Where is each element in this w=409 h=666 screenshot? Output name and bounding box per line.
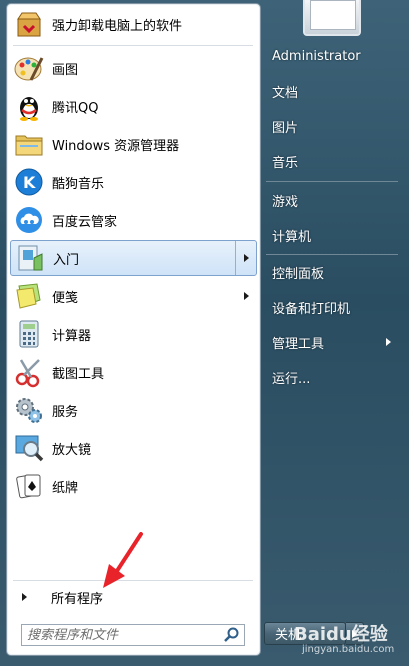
kugou-music-icon: K [15,168,43,196]
right-item-pictures[interactable]: 图片 [265,109,403,143]
right-item-user[interactable]: Administrator [265,39,403,73]
program-item-services[interactable]: 服务 [10,392,257,428]
program-label: 服务 [52,404,79,420]
chevron-right-icon [244,292,249,300]
program-item-snipping-tool[interactable]: 截图工具 [10,354,257,390]
program-label: 计算器 [52,328,92,344]
getting-started-icon [18,245,43,271]
right-item-music[interactable]: 音乐 [265,144,403,178]
search-icon[interactable] [223,626,241,644]
program-item-magnifier[interactable]: 放大镜 [10,430,257,466]
right-item-games[interactable]: 游戏 [265,183,403,217]
start-menu-frame: 强力卸载电脑上的软件 画图 腾讯QQ Windows 资源管理器 K 酷狗音乐 … [0,0,409,666]
program-item-uninstaller[interactable]: 强力卸载电脑上的软件 [10,6,257,42]
uninstall-box-icon [17,12,41,37]
program-label: 便笺 [52,290,79,306]
program-label: 入门 [53,252,80,268]
right-item-devices-printers[interactable]: 设备和打印机 [265,290,403,324]
program-label: Windows 资源管理器 [52,138,180,154]
program-label: 百度云管家 [52,214,118,230]
paint-palette-icon [14,57,44,81]
services-gears-icon [16,398,42,423]
qq-penguin-icon [20,97,38,121]
program-item-qq[interactable]: 腾讯QQ [10,88,257,124]
submenu-split-button[interactable] [235,241,256,275]
program-item-paint[interactable]: 画图 [10,50,257,86]
folder-explorer-icon [15,135,43,156]
program-label: 强力卸载电脑上的软件 [52,18,183,34]
user-picture[interactable] [303,0,361,36]
program-item-sticky-notes[interactable]: 便笺 [10,278,257,314]
right-item-computer[interactable]: 计算机 [265,218,403,252]
right-item-admin-tools[interactable]: 管理工具 [265,325,403,359]
program-label: 画图 [52,62,79,78]
right-item-documents[interactable]: 文档 [265,74,403,108]
search-box[interactable] [21,624,245,646]
pinned-separator [13,45,253,46]
red-annotation-arrow-icon [103,532,143,588]
program-item-kugou[interactable]: K 酷狗音乐 [10,164,257,200]
program-item-explorer[interactable]: Windows 资源管理器 [10,126,257,162]
program-label: 腾讯QQ [52,100,99,116]
chevron-right-icon [22,593,27,601]
program-item-calculator[interactable]: 计算器 [10,316,257,352]
chevron-right-icon [386,338,391,346]
search-input[interactable] [22,626,223,644]
calculator-icon [19,320,39,348]
sticky-notes-icon [16,283,41,309]
program-label: 酷狗音乐 [52,176,105,192]
magnifier-icon [15,435,44,462]
baidu-cloud-icon [16,207,42,233]
program-item-baidu-cloud[interactable]: 百度云管家 [10,202,257,238]
program-label: 纸牌 [52,480,79,496]
right-item-control-panel[interactable]: 控制面板 [265,255,403,289]
svg-text:K: K [23,173,36,192]
chevron-right-icon [243,254,249,262]
right-separator [266,181,398,182]
snipping-tool-icon [15,359,40,388]
program-item-solitaire[interactable]: 纸牌 [10,468,257,504]
right-item-run[interactable]: 运行... [265,360,403,394]
program-item-getting-started[interactable]: 入门 [10,240,257,276]
program-label: 放大镜 [52,442,92,458]
program-label: 截图工具 [52,366,105,382]
watermark: Baidu经验 jingyan.baidu.com [294,624,395,655]
solitaire-cards-icon [16,474,41,499]
